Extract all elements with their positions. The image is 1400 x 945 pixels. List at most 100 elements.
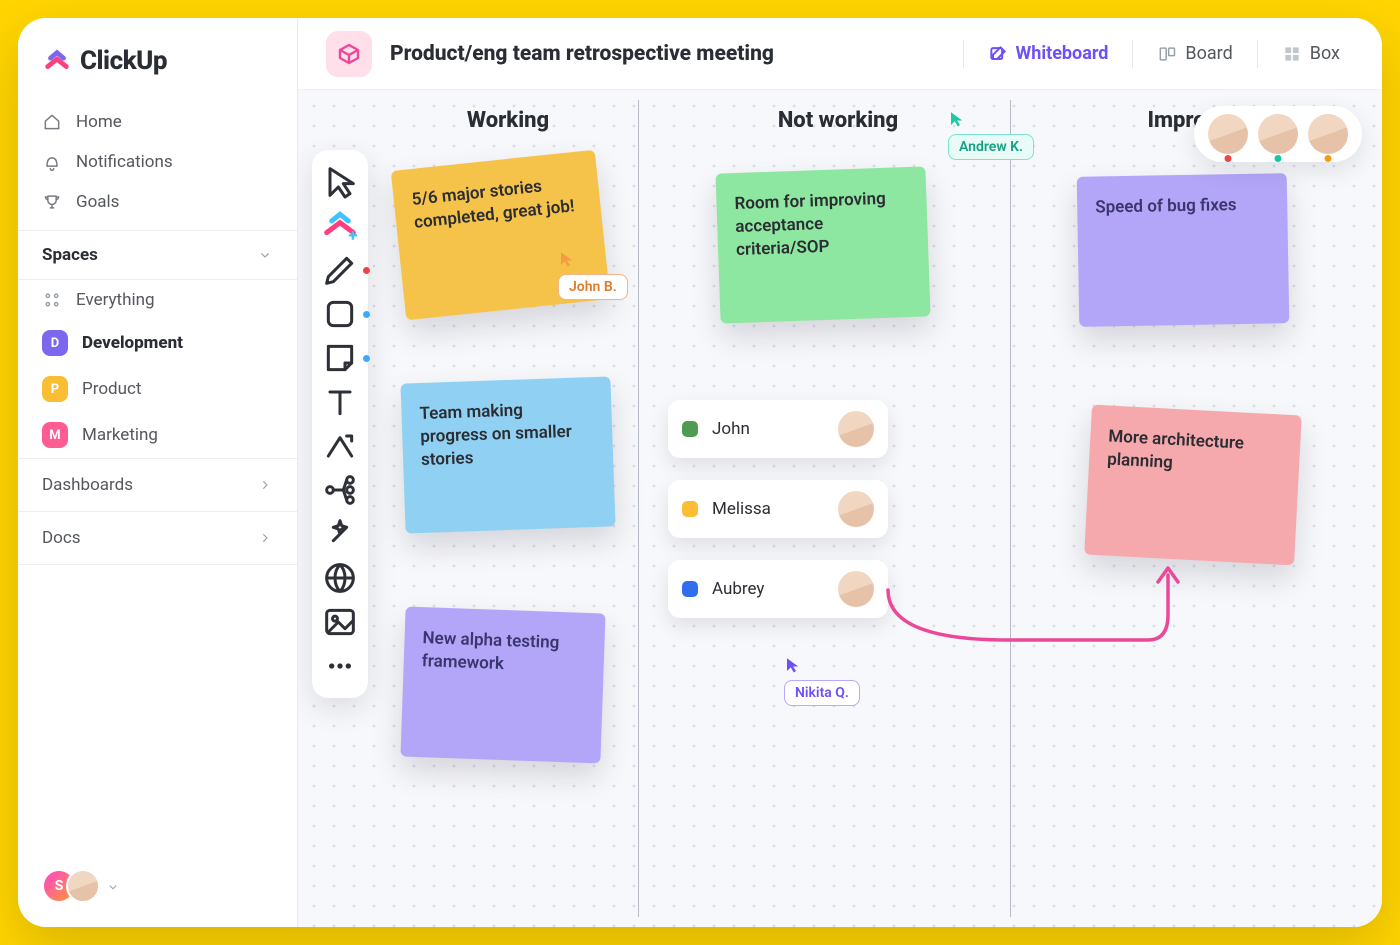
column-divider-1: [638, 100, 639, 917]
tool-connector[interactable]: [320, 426, 360, 466]
grid-icon: [1282, 44, 1302, 64]
whiteboard-canvas-wrap: Working Not working Improve +: [298, 90, 1382, 927]
column-heading-working: Working: [408, 108, 608, 133]
space-badge-m: M: [42, 422, 68, 448]
person-swatch: [682, 581, 698, 597]
tool-text[interactable]: [320, 382, 360, 422]
nav-notifications[interactable]: Notifications: [30, 142, 285, 182]
person-card-aubrey[interactable]: Aubrey: [668, 560, 888, 618]
dashboards-section[interactable]: Dashboards: [18, 458, 297, 511]
avatar: [1208, 114, 1248, 154]
chevron-right-icon: [257, 530, 273, 546]
cursor-nikita: Nikita Q.: [784, 656, 860, 706]
tool-select[interactable]: [320, 162, 360, 202]
spaces-heading-label: Spaces: [42, 245, 98, 265]
sticky-notworking-1[interactable]: Room for improving acceptance criteria/S…: [715, 166, 930, 323]
svg-text:+: +: [348, 227, 357, 246]
avatar: [838, 571, 874, 607]
docs-label: Docs: [42, 528, 81, 548]
nav-primary: Home Notifications Goals: [18, 94, 297, 230]
app-frame: ClickUp Home Notifications Goals Spaces …: [18, 18, 1382, 927]
sticky-text: 5/6 major stories completed, great job!: [411, 176, 576, 232]
nav-notifications-label: Notifications: [76, 152, 173, 172]
chevron-right-icon: [257, 477, 273, 493]
page-title: Product/eng team retrospective meeting: [390, 42, 774, 66]
nav-goals-label: Goals: [76, 192, 119, 212]
tab-whiteboard-label: Whiteboard: [1016, 43, 1109, 64]
board-icon: [1157, 44, 1177, 64]
space-label-development: Development: [82, 333, 183, 353]
whiteboard-edit-icon: [988, 44, 1008, 64]
everything-icon: [42, 290, 62, 310]
chevron-down-icon: [106, 879, 120, 893]
tool-more[interactable]: [320, 646, 360, 686]
space-label-product: Product: [82, 379, 141, 399]
tool-clickup[interactable]: +: [320, 206, 360, 246]
tool-ai[interactable]: [320, 514, 360, 554]
cursor-label: John B.: [558, 274, 628, 300]
space-label-marketing: Marketing: [82, 425, 158, 445]
nav-home[interactable]: Home: [30, 102, 285, 142]
person-card-john[interactable]: John: [668, 400, 888, 458]
doc-type-icon: [326, 31, 372, 77]
avatar: [1308, 114, 1348, 154]
tool-mindmap[interactable]: [320, 470, 360, 510]
cursor-label: Andrew K.: [948, 134, 1034, 160]
person-card-melissa[interactable]: Melissa: [668, 480, 888, 538]
spaces-marketing[interactable]: M Marketing: [18, 412, 297, 458]
spaces-heading[interactable]: Spaces: [18, 230, 297, 280]
trophy-icon: [42, 192, 62, 212]
docs-section[interactable]: Docs: [18, 511, 297, 565]
avatar: [838, 411, 874, 447]
person-swatch: [682, 501, 698, 517]
presence-indicator[interactable]: [1194, 106, 1362, 162]
clickup-logo-icon: [42, 46, 72, 76]
tab-box-label: Box: [1310, 43, 1340, 64]
space-badge-d: D: [42, 330, 68, 356]
space-badge-p: P: [42, 376, 68, 402]
sticky-improve-1[interactable]: Speed of bug fixes: [1077, 173, 1290, 327]
nav-goals[interactable]: Goals: [30, 182, 285, 222]
whiteboard-canvas[interactable]: Working Not working Improve +: [298, 90, 1382, 927]
column-divider-2: [1010, 100, 1011, 917]
sticky-text: New alpha testing framework: [421, 628, 559, 674]
whiteboard-toolbar: +: [312, 150, 368, 698]
cursor-andrew: Andrew K.: [948, 110, 1034, 160]
main: Product/eng team retrospective meeting W…: [298, 18, 1382, 927]
sticky-improve-2[interactable]: More architecture planning: [1084, 405, 1302, 566]
tool-web[interactable]: [320, 558, 360, 598]
bell-icon: [42, 152, 62, 172]
sidebar: ClickUp Home Notifications Goals Spaces …: [18, 18, 298, 927]
sticky-working-3[interactable]: New alpha testing framework: [400, 607, 605, 764]
person-name: Melissa: [712, 499, 824, 519]
brand[interactable]: ClickUp: [18, 42, 297, 94]
person-name: John: [712, 419, 824, 439]
avatar-user-2: [66, 869, 100, 903]
connector-arrow: [888, 560, 1208, 680]
spaces-everything-label: Everything: [76, 290, 155, 310]
tab-whiteboard[interactable]: Whiteboard: [974, 35, 1123, 72]
column-heading-notworking: Not working: [738, 108, 938, 133]
spaces-everything[interactable]: Everything: [18, 280, 297, 320]
tool-image[interactable]: [320, 602, 360, 642]
tab-board[interactable]: Board: [1143, 35, 1246, 72]
avatar: [1258, 114, 1298, 154]
user-cluster[interactable]: S: [18, 859, 297, 913]
tool-pen[interactable]: [320, 250, 360, 290]
avatar: [838, 491, 874, 527]
chevron-down-icon: [257, 247, 273, 263]
person-name: Aubrey: [712, 579, 824, 599]
cursor-label: Nikita Q.: [784, 680, 860, 706]
spaces-development[interactable]: D Development: [18, 320, 297, 366]
sticky-text: More architecture planning: [1107, 427, 1245, 473]
sticky-text: Room for improving acceptance criteria/S…: [734, 189, 886, 260]
tool-sticky[interactable]: [320, 338, 360, 378]
sticky-text: Team making progress on smaller stories: [419, 400, 572, 469]
spaces-product[interactable]: P Product: [18, 366, 297, 412]
tab-board-label: Board: [1185, 43, 1232, 64]
cursor-john: John B.: [558, 250, 628, 300]
tool-shape[interactable]: [320, 294, 360, 334]
brand-name: ClickUp: [80, 46, 167, 76]
tab-box[interactable]: Box: [1268, 35, 1354, 72]
sticky-working-2[interactable]: Team making progress on smaller stories: [400, 376, 615, 533]
